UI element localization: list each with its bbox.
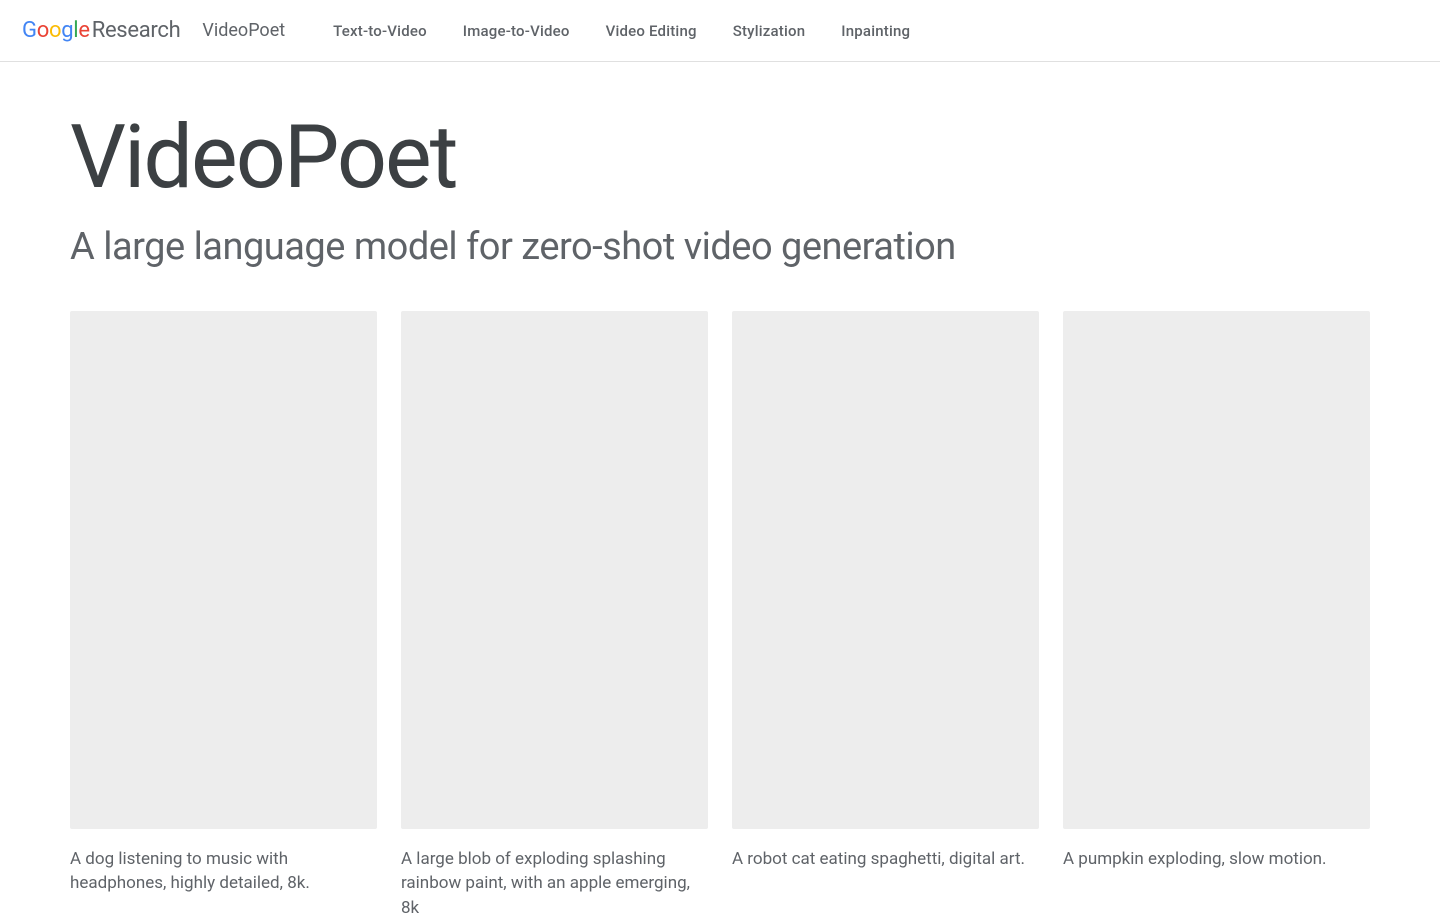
video-thumbnail[interactable] — [70, 311, 377, 829]
page-subtitle: A large language model for zero-shot vid… — [70, 225, 1370, 269]
nav-stylization[interactable]: Stylization — [733, 22, 806, 40]
logo-letter: g — [61, 18, 73, 43]
google-research-logo[interactable]: Google Research — [22, 18, 180, 43]
video-caption: A large blob of exploding splashing rain… — [401, 847, 708, 921]
page-title: VideoPoet — [70, 110, 1370, 207]
video-caption: A robot cat eating spaghetti, digital ar… — [732, 847, 1039, 872]
video-card: A robot cat eating spaghetti, digital ar… — [732, 311, 1039, 921]
logo-letter: o — [49, 18, 61, 43]
logo-research-text: Research — [92, 18, 181, 43]
video-thumbnail[interactable] — [732, 311, 1039, 829]
logo-letter: e — [78, 18, 89, 43]
main-content: VideoPoet A large language model for zer… — [0, 62, 1440, 921]
top-nav: Text-to-Video Image-to-Video Video Editi… — [333, 22, 910, 40]
video-caption: A pumpkin exploding, slow motion. — [1063, 847, 1370, 872]
video-card: A dog listening to music with headphones… — [70, 311, 377, 921]
video-thumbnail[interactable] — [1063, 311, 1370, 829]
video-thumbnail[interactable] — [401, 311, 708, 829]
logo-letter: o — [37, 18, 49, 43]
nav-text-to-video[interactable]: Text-to-Video — [333, 22, 427, 40]
video-caption: A dog listening to music with headphones… — [70, 847, 377, 896]
nav-inpainting[interactable]: Inpainting — [841, 22, 910, 40]
nav-video-editing[interactable]: Video Editing — [606, 22, 697, 40]
video-card: A large blob of exploding splashing rain… — [401, 311, 708, 921]
nav-image-to-video[interactable]: Image-to-Video — [463, 22, 570, 40]
video-card: A pumpkin exploding, slow motion. — [1063, 311, 1370, 921]
header: Google Research VideoPoet Text-to-Video … — [0, 0, 1440, 62]
video-grid: A dog listening to music with headphones… — [70, 311, 1370, 921]
logo-letter: G — [22, 18, 37, 43]
product-name[interactable]: VideoPoet — [202, 20, 285, 41]
